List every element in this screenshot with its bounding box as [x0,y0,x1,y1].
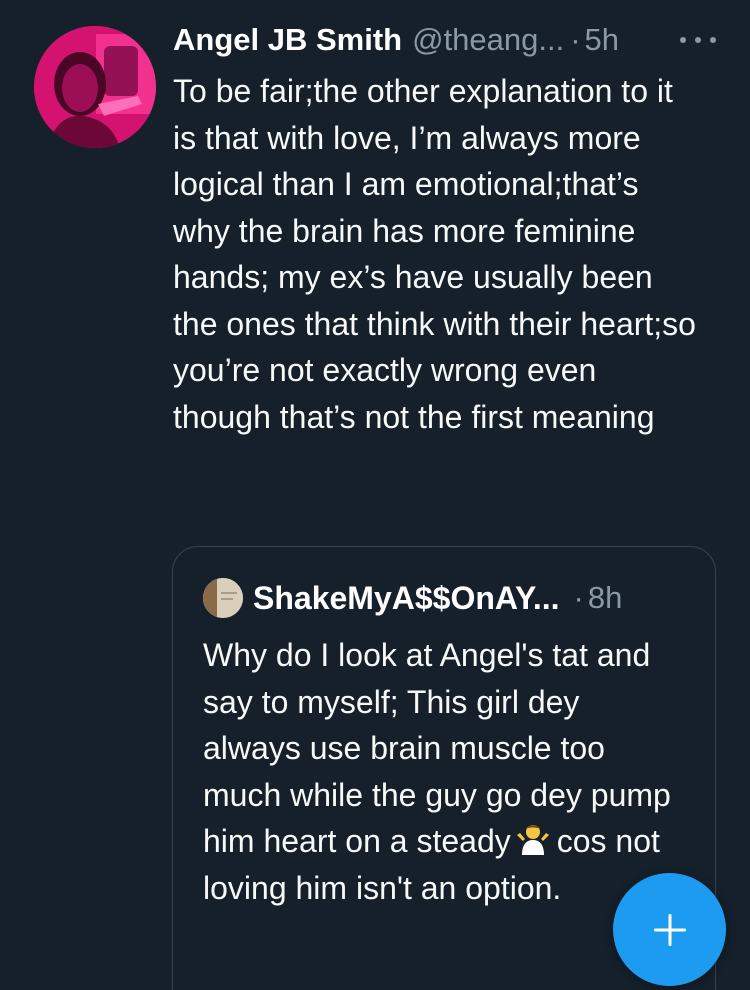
quoted-separator: · [573,580,584,615]
person-shrugging-emoji [516,825,549,855]
author-name[interactable]: Angel JB Smith [173,22,402,58]
more-dot [710,37,716,43]
more-dot [695,37,701,43]
author-avatar-image [34,26,156,148]
author-handle[interactable]: @theang... [412,22,564,58]
header-separator: · [570,22,581,57]
tweet-header: Angel JB Smith @theang... · 5h [173,22,733,62]
quoted-timestamp: 8h [587,580,623,615]
plus-icon [653,913,686,946]
more-dot [680,37,686,43]
tweet-timestamp[interactable]: 5h [585,22,619,58]
tweet-body: To be fair;the other explanation to it i… [173,73,696,435]
quoted-tweet-body: Why do I look at Angel's tat and say to … [203,632,683,911]
quoted-author-name: ShakeMyA$$OnAY... [253,579,560,616]
timeline-screen: Angel JB Smith @theang... · 5h To be fai… [0,0,750,990]
quoted-author-avatar [203,578,243,618]
author-avatar[interactable] [34,26,156,148]
more-options-icon[interactable] [680,28,716,52]
quoted-tweet-header: ShakeMyA$$OnAY... · 8h [203,578,622,618]
compose-tweet-button[interactable] [613,873,726,986]
quoted-avatar-image [203,578,243,618]
